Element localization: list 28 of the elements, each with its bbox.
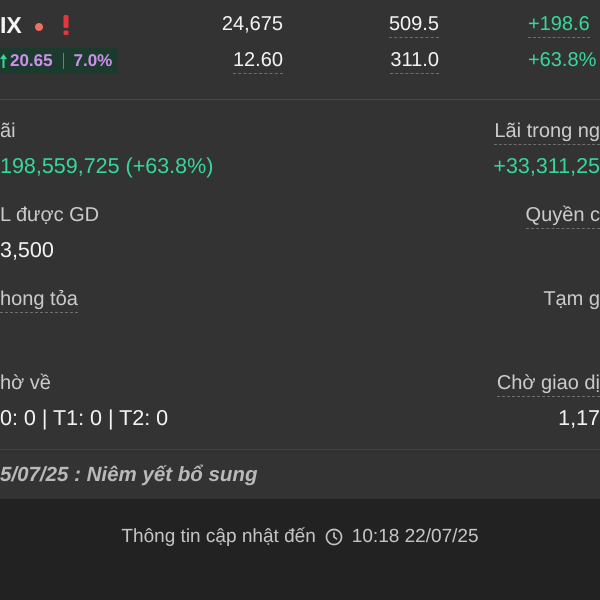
field-value: 198,559,725 (+63.8%) <box>0 153 214 179</box>
value-text: 24,675 <box>222 12 283 36</box>
field-value: 1,17 <box>558 405 600 431</box>
field-label: ãi <box>0 120 16 144</box>
field-label: Quyền c <box>526 204 600 228</box>
field-label: hờ về <box>0 372 51 396</box>
value-text: +198.6 <box>528 12 590 38</box>
field-value: 0: 0 | T1: 0 | T2: 0 <box>0 405 168 431</box>
update-info-text: Thông tin cập nhật đến <box>121 525 316 549</box>
exclamation-icon <box>62 15 69 35</box>
value-text: 509.5 <box>388 12 439 38</box>
status-dot-icon <box>34 22 43 30</box>
field-label: Chờ giao dị <box>496 372 600 396</box>
clock-icon <box>324 528 343 546</box>
value-text: 12.60 <box>232 48 283 74</box>
update-time-text: 10:18 22/07/25 <box>352 525 479 549</box>
change-percent-text: 7.0% <box>74 51 112 71</box>
field-value: +33,311,25 <box>493 153 600 179</box>
field-label: L được GD <box>0 204 100 228</box>
value-text: 311.0 <box>390 48 439 74</box>
ticker-symbol: IX <box>0 12 22 38</box>
field-label: Tạm g <box>543 288 600 312</box>
field-label: hong tỏa <box>0 288 78 312</box>
value-text: +63.8% <box>528 48 596 72</box>
field-value: 3,500 <box>0 237 54 263</box>
note-text: 5/07/25 : Niêm yết bổ sung <box>0 462 258 486</box>
change-text: 20.65 <box>10 51 53 71</box>
field-label: Lãi trong ng <box>494 120 600 144</box>
